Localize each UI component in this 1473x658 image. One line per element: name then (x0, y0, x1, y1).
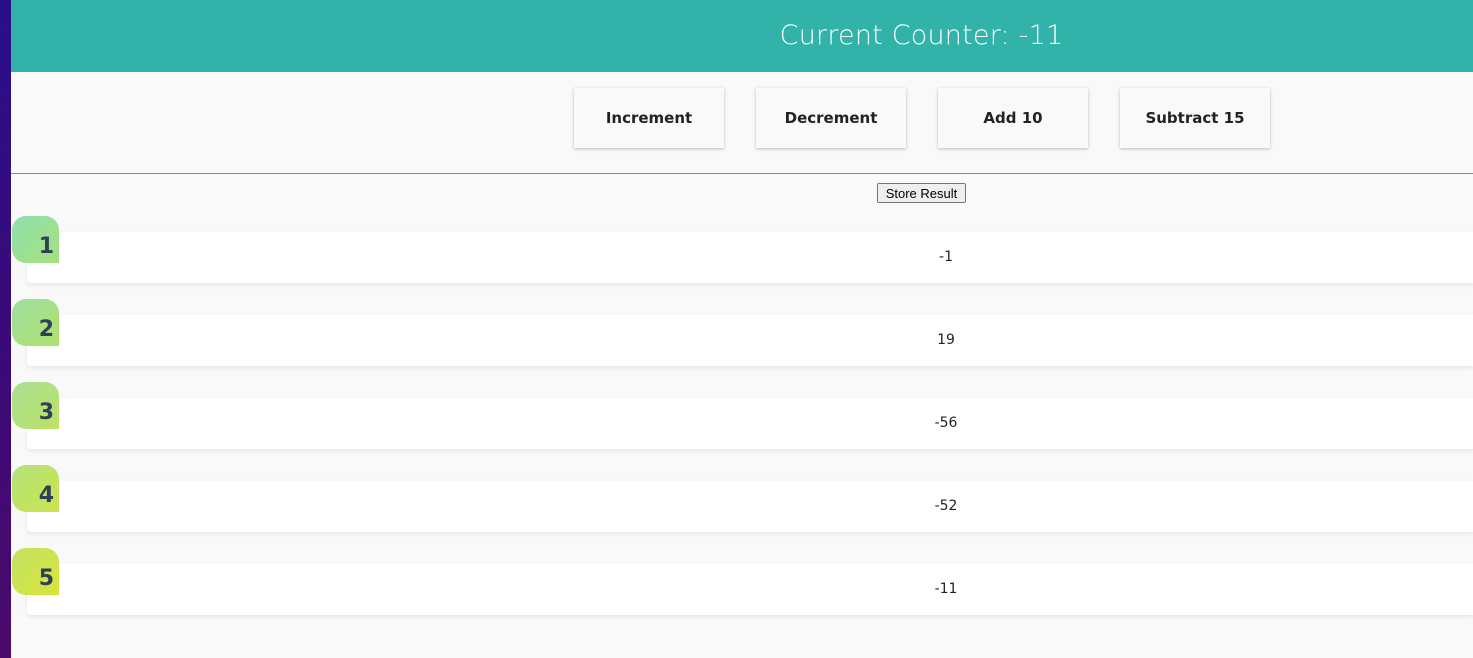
decrement-button[interactable]: Decrement (756, 88, 906, 148)
result-index-badge: 1 (12, 216, 59, 263)
increment-button[interactable]: Increment (574, 88, 724, 148)
app-header: Current Counter: -11 (11, 0, 1473, 72)
result-list-item[interactable]: -11 (27, 564, 1473, 615)
window-edge (0, 0, 11, 658)
section-divider (11, 173, 1473, 174)
result-index-badge: 2 (12, 299, 59, 346)
result-index-badge: 5 (12, 548, 59, 595)
result-index-badge: 4 (12, 465, 59, 512)
result-value: -11 (934, 581, 958, 597)
result-index-badge: 3 (12, 382, 59, 429)
store-result-button[interactable]: Store Result (877, 183, 966, 203)
result-value: -56 (934, 415, 958, 431)
counter-app: Current Counter: -11 Increment Decrement… (11, 0, 1473, 658)
current-counter-title: Current Counter: -11 (779, 20, 1064, 51)
result-value: -1 (939, 249, 953, 265)
counter-controls: Increment Decrement Add 10 Subtract 15 (11, 72, 1473, 173)
add-10-button[interactable]: Add 10 (938, 88, 1088, 148)
result-list-item[interactable]: 19 (27, 315, 1473, 366)
result-list-item[interactable]: -56 (27, 398, 1473, 449)
result-value: -52 (934, 498, 958, 514)
result-list-item[interactable]: -52 (27, 481, 1473, 532)
result-value: 19 (937, 332, 955, 348)
result-list-item[interactable]: -1 (27, 232, 1473, 283)
subtract-15-button[interactable]: Subtract 15 (1120, 88, 1270, 148)
